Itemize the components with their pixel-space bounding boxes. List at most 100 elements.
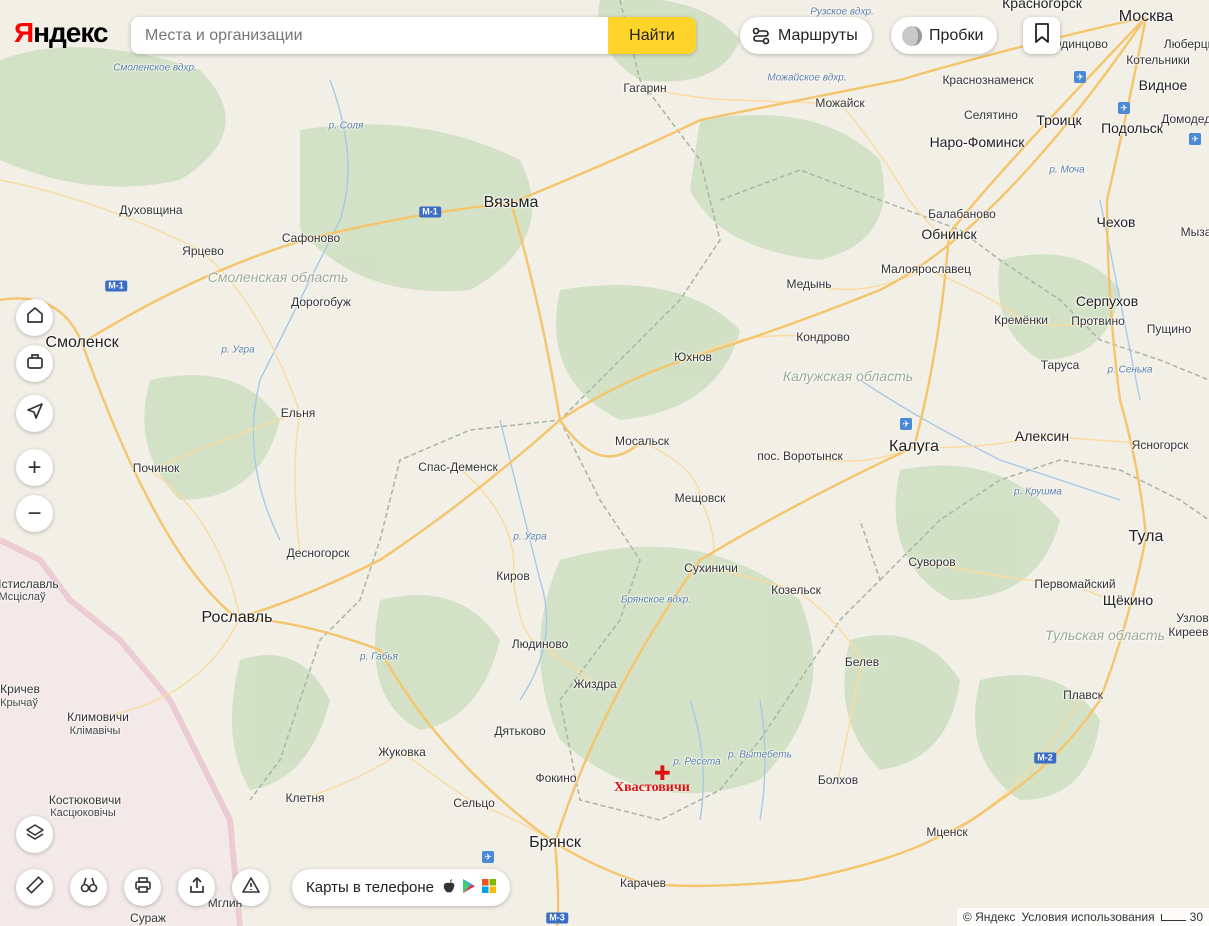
city-label[interactable]: Троицк — [1036, 112, 1081, 128]
town-label[interactable]: Ярцево — [182, 244, 224, 258]
town-label[interactable]: Суворов — [908, 555, 955, 569]
airport-icon[interactable]: ✈ — [482, 851, 494, 863]
town-label[interactable]: Таруса — [1041, 358, 1080, 372]
town-label[interactable]: Можайск — [815, 96, 864, 110]
town-label[interactable]: Людиново — [512, 637, 569, 651]
town-label[interactable]: Дятьково — [494, 724, 545, 738]
town-label[interactable]: Киреевск — [1168, 625, 1209, 639]
city-label[interactable]: Чехов — [1097, 214, 1136, 230]
town-label[interactable]: Краснознаменск — [942, 73, 1033, 87]
city-label[interactable]: Красногорск — [1002, 0, 1082, 11]
city-label[interactable]: Наро-Фоминск — [930, 134, 1025, 150]
town-label[interactable]: Мыза — [1181, 225, 1209, 239]
town-label[interactable]: Починок — [133, 461, 180, 475]
town-label[interactable]: Климовичи — [67, 710, 129, 724]
map-canvas[interactable]: Москва Смоленск Калуга Брянск Тула Вязьма Росл… — [0, 0, 1209, 926]
print-button[interactable] — [124, 869, 161, 906]
town-label[interactable]: Малоярославец — [881, 262, 971, 276]
town-label[interactable]: Жиздра — [573, 677, 616, 691]
work-button[interactable] — [16, 345, 53, 382]
town-label[interactable]: Мстиславль — [0, 577, 59, 591]
airport-icon[interactable]: ✈ — [900, 418, 912, 430]
town-label[interactable]: Спас-Деменск — [418, 460, 497, 474]
layers-button[interactable] — [16, 816, 53, 853]
town-label[interactable]: Ельня — [281, 406, 315, 420]
routes-button[interactable]: Маршруты — [740, 17, 872, 54]
yandex-logo[interactable]: Яндекс — [14, 17, 109, 49]
city-label[interactable]: Щёкино — [1103, 592, 1153, 608]
town-sublabel[interactable]: Мсцiслаў — [0, 591, 46, 603]
town-sublabel[interactable]: Крычаў — [0, 697, 38, 709]
town-label[interactable]: Кремёнки — [994, 313, 1048, 327]
town-label[interactable]: Белев — [845, 655, 879, 669]
town-label[interactable]: Медынь — [786, 277, 831, 291]
town-label[interactable]: Узловая — [1176, 611, 1209, 625]
town-label[interactable]: Мценск — [926, 825, 967, 839]
town-label[interactable]: Козельск — [771, 583, 821, 597]
town-label[interactable]: Сухиничи — [684, 561, 738, 575]
town-label[interactable]: Протвино — [1071, 314, 1125, 328]
town-label[interactable]: Дорогобуж — [291, 295, 351, 309]
town-label[interactable]: Одинцово — [1052, 37, 1108, 51]
town-label[interactable]: Кричев — [0, 682, 40, 696]
town-label[interactable]: Домодедово — [1161, 112, 1209, 126]
bookmarks-button[interactable] — [1023, 17, 1060, 54]
city-label[interactable]: Смоленск — [45, 334, 118, 352]
ruler-button[interactable] — [16, 869, 53, 906]
town-label[interactable]: Фокино — [535, 771, 576, 785]
city-label[interactable]: Вязьма — [484, 194, 539, 212]
town-sublabel[interactable]: Касцюковiчы — [50, 807, 116, 819]
town-label[interactable]: Лю­берцы — [1164, 37, 1209, 51]
city-label[interactable]: Обнинск — [921, 226, 976, 242]
search-button[interactable]: Найти — [608, 17, 696, 54]
town-label[interactable]: Мосальск — [615, 434, 669, 448]
town-label[interactable]: пос. Воротынск — [757, 449, 843, 463]
town-label[interactable]: Пущино — [1147, 322, 1192, 336]
city-label[interactable]: Серпухов — [1076, 293, 1138, 309]
town-label[interactable]: Ясногорск — [1132, 438, 1189, 452]
marker-label[interactable]: Хвастовичи — [614, 780, 690, 796]
town-label[interactable]: Юхнов — [674, 350, 712, 364]
traffic-button[interactable]: Пробки — [891, 17, 998, 54]
town-label[interactable]: Костюковичи — [49, 793, 121, 807]
apple-icon[interactable] — [442, 878, 456, 898]
city-label[interactable]: Алексин — [1015, 428, 1069, 444]
town-sublabel[interactable]: Клiмавiчы — [70, 725, 121, 737]
search-input[interactable] — [131, 17, 608, 54]
city-label[interactable]: Москва — [1119, 8, 1174, 26]
city-label[interactable]: Тула — [1129, 528, 1164, 546]
town-label[interactable]: Сафоново — [282, 231, 340, 245]
town-label[interactable]: Плавск — [1063, 688, 1103, 702]
zoom-in-button[interactable]: + — [16, 449, 53, 486]
town-label[interactable]: Балабаново — [928, 207, 996, 221]
town-label[interactable]: Клетня — [286, 791, 325, 805]
town-label[interactable]: Духовщина — [119, 203, 182, 217]
town-label[interactable]: Кондрово — [796, 330, 850, 344]
zoom-out-button[interactable]: − — [16, 495, 53, 532]
town-label[interactable]: Болхов — [818, 773, 858, 787]
google-play-icon[interactable] — [462, 878, 476, 898]
town-label[interactable]: Жуковка — [378, 745, 426, 759]
share-button[interactable] — [178, 869, 215, 906]
locate-button[interactable] — [16, 395, 53, 432]
city-label[interactable]: Брянск — [529, 834, 581, 852]
panorama-button[interactable] — [70, 869, 107, 906]
town-label[interactable]: Киров — [496, 569, 529, 583]
airport-icon[interactable]: ✈ — [1189, 133, 1201, 145]
town-label[interactable]: Карачев — [620, 876, 666, 890]
town-label[interactable]: Сураж — [130, 911, 166, 925]
town-label[interactable]: Селятино — [964, 108, 1018, 122]
city-label[interactable]: Калуга — [889, 438, 939, 456]
city-label[interactable]: Видное — [1139, 77, 1188, 93]
town-label[interactable]: Сельцо — [453, 796, 495, 810]
airport-icon[interactable]: ✈ — [1118, 102, 1130, 114]
report-button[interactable] — [232, 869, 269, 906]
terms-link[interactable]: Условия использования — [1021, 910, 1154, 924]
windows-store-icon[interactable] — [482, 878, 496, 897]
town-label[interactable]: Первомайский — [1034, 577, 1115, 591]
town-label[interactable]: Гагарин — [623, 81, 666, 95]
town-label[interactable]: Десногорск — [287, 546, 350, 560]
mobile-app-promo[interactable]: Карты в телефоне — [292, 869, 510, 906]
town-label[interactable]: Мещовск — [675, 491, 726, 505]
city-label[interactable]: Подольск — [1101, 120, 1163, 136]
